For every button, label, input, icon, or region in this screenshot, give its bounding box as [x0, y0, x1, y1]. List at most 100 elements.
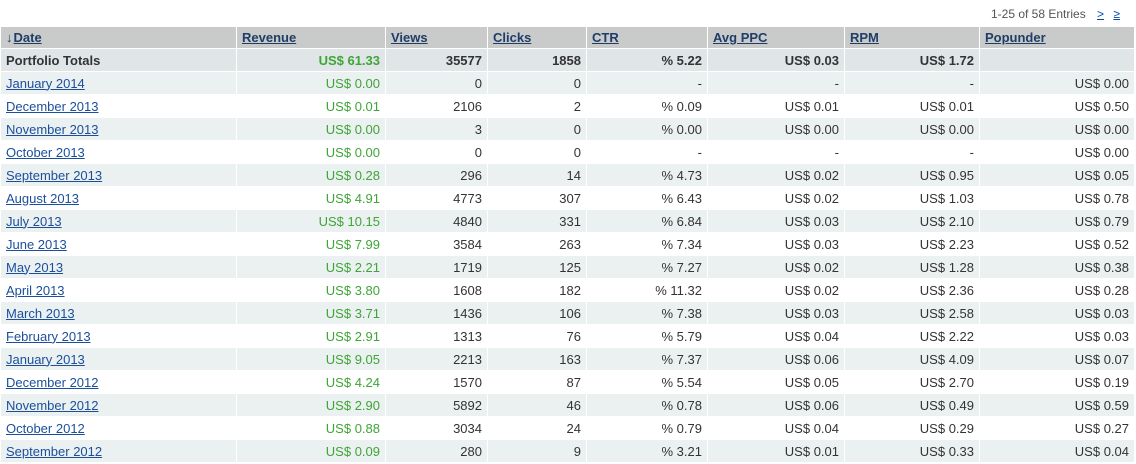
date-cell: October 2012 — [0, 416, 237, 440]
portfolio-totals-row: Portfolio Totals US$ 61.33 35577 1858 % … — [0, 48, 1135, 72]
avg-ppc-cell: US$ 0.02 — [707, 255, 845, 279]
clicks-cell: 87 — [487, 370, 587, 394]
month-link[interactable]: October 2013 — [6, 145, 85, 160]
date-cell: November 2012 — [0, 393, 237, 417]
clicks-cell: 0 — [487, 71, 587, 95]
rpm-cell: - — [844, 71, 980, 95]
sort-by-revenue-link[interactable]: Revenue — [242, 30, 296, 45]
table-row: March 2013 US$ 3.71 1436 106% 7.38 US$ 0.03 U… — [0, 301, 1135, 325]
popunder-cell: US$ 0.03 — [979, 324, 1135, 348]
totals-views: 35577 — [385, 48, 488, 72]
ctr-cell: % 6.43 — [586, 186, 708, 210]
date-cell: December 2012 — [0, 370, 237, 394]
month-link[interactable]: November 2013 — [6, 122, 99, 137]
month-link[interactable]: September 2013 — [6, 168, 102, 183]
sort-by-rpm-link[interactable]: RPM — [850, 30, 879, 45]
ctr-cell: % 5.54 — [586, 370, 708, 394]
rpm-cell: US$ 0.29 — [844, 416, 980, 440]
rpm-cell: US$ 0.00 — [844, 117, 980, 141]
table-row: July 2013 US$ 10.15 4840 331% 6.84 US$ 0.03 U… — [0, 209, 1135, 233]
avg-ppc-cell: US$ 0.06 — [707, 393, 845, 417]
table-row: December 2012 US$ 4.24 1570 87% 5.54 US$ 0.0… — [0, 370, 1135, 394]
views-cell: 1436 — [385, 301, 488, 325]
ctr-cell: % 0.00 — [586, 117, 708, 141]
popunder-cell: US$ 0.00 — [979, 117, 1135, 141]
sort-descending-arrow-icon[interactable]: ↓ — [6, 30, 13, 45]
month-link[interactable]: November 2012 — [6, 398, 99, 413]
avg-ppc-cell: US$ 0.02 — [707, 186, 845, 210]
totals-rpm: US$ 1.72 — [844, 48, 980, 72]
month-link[interactable]: December 2013 — [6, 99, 99, 114]
rpm-cell: US$ 2.58 — [844, 301, 980, 325]
popunder-cell: US$ 0.27 — [979, 416, 1135, 440]
sort-by-date-link[interactable]: Date — [14, 30, 42, 45]
avg-ppc-cell: US$ 0.01 — [707, 94, 845, 118]
month-link[interactable]: February 2013 — [6, 329, 91, 344]
revenue-cell: US$ 2.90 — [236, 393, 386, 417]
revenue-cell: US$ 3.71 — [236, 301, 386, 325]
rpm-cell: - — [844, 140, 980, 164]
table-row: October 2013 US$ 0.00 0 0- - - US$ 0.00 — [0, 140, 1135, 164]
revenue-cell: US$ 3.80 — [236, 278, 386, 302]
rpm-cell: US$ 0.49 — [844, 393, 980, 417]
table-row: November 2012 US$ 2.90 5892 46% 0.78 US$ 0.0… — [0, 393, 1135, 417]
revenue-cell: US$ 0.09 — [236, 439, 386, 463]
popunder-cell: US$ 0.05 — [979, 163, 1135, 187]
rpm-cell: US$ 2.10 — [844, 209, 980, 233]
clicks-cell: 125 — [487, 255, 587, 279]
avg-ppc-cell: US$ 0.00 — [707, 117, 845, 141]
clicks-cell: 76 — [487, 324, 587, 348]
views-cell: 296 — [385, 163, 488, 187]
views-cell: 1608 — [385, 278, 488, 302]
views-cell: 5892 — [385, 393, 488, 417]
column-header-clicks: Clicks — [487, 26, 587, 49]
month-link[interactable]: March 2013 — [6, 306, 75, 321]
month-link[interactable]: October 2012 — [6, 421, 85, 436]
ctr-cell: % 3.21 — [586, 439, 708, 463]
month-link[interactable]: May 2013 — [6, 260, 63, 275]
month-link[interactable]: April 2013 — [6, 283, 65, 298]
month-link[interactable]: January 2014 — [6, 76, 85, 91]
popunder-cell: US$ 0.07 — [979, 347, 1135, 371]
month-link[interactable]: December 2012 — [6, 375, 99, 390]
month-link[interactable]: June 2013 — [6, 237, 67, 252]
sort-by-clicks-link[interactable]: Clicks — [493, 30, 531, 45]
revenue-cell: US$ 0.00 — [236, 71, 386, 95]
date-cell: September 2012 — [0, 439, 237, 463]
table-row: June 2013 US$ 7.99 3584 263% 7.34 US$ 0.03 US… — [0, 232, 1135, 256]
month-link[interactable]: July 2013 — [6, 214, 62, 229]
clicks-cell: 263 — [487, 232, 587, 256]
views-cell: 2106 — [385, 94, 488, 118]
rpm-cell: US$ 1.28 — [844, 255, 980, 279]
ctr-cell: % 0.79 — [586, 416, 708, 440]
month-link[interactable]: September 2012 — [6, 444, 102, 459]
clicks-cell: 106 — [487, 301, 587, 325]
rpm-cell: US$ 0.95 — [844, 163, 980, 187]
avg-ppc-cell: US$ 0.06 — [707, 347, 845, 371]
totals-ctr: % 5.22 — [586, 48, 708, 72]
sort-by-avg-ppc-link[interactable]: Avg PPC — [713, 30, 767, 45]
sort-by-views-link[interactable]: Views — [391, 30, 428, 45]
sort-by-ctr-link[interactable]: CTR — [592, 30, 619, 45]
month-link[interactable]: January 2013 — [6, 352, 85, 367]
ctr-cell: - — [586, 71, 708, 95]
clicks-cell: 0 — [487, 140, 587, 164]
popunder-cell: US$ 0.28 — [979, 278, 1135, 302]
revenue-cell: US$ 0.00 — [236, 117, 386, 141]
views-cell: 0 — [385, 140, 488, 164]
month-link[interactable]: August 2013 — [6, 191, 79, 206]
rpm-cell: US$ 2.36 — [844, 278, 980, 302]
views-cell: 0 — [385, 71, 488, 95]
entries-summary: 1-25 of 58 Entries — [990, 7, 1086, 21]
avg-ppc-cell: US$ 0.04 — [707, 416, 845, 440]
sort-by-popunder-link[interactable]: Popunder — [985, 30, 1046, 45]
next-page-link[interactable]: > — [1097, 7, 1104, 21]
date-cell: April 2013 — [0, 278, 237, 302]
ctr-cell: % 0.78 — [586, 393, 708, 417]
views-cell: 280 — [385, 439, 488, 463]
revenue-cell: US$ 7.99 — [236, 232, 386, 256]
last-page-link[interactable]: ≥ — [1113, 7, 1120, 21]
popunder-cell: US$ 0.04 — [979, 439, 1135, 463]
rpm-cell: US$ 4.09 — [844, 347, 980, 371]
table-row: August 2013 US$ 4.91 4773 307% 6.43 US$ 0.02… — [0, 186, 1135, 210]
